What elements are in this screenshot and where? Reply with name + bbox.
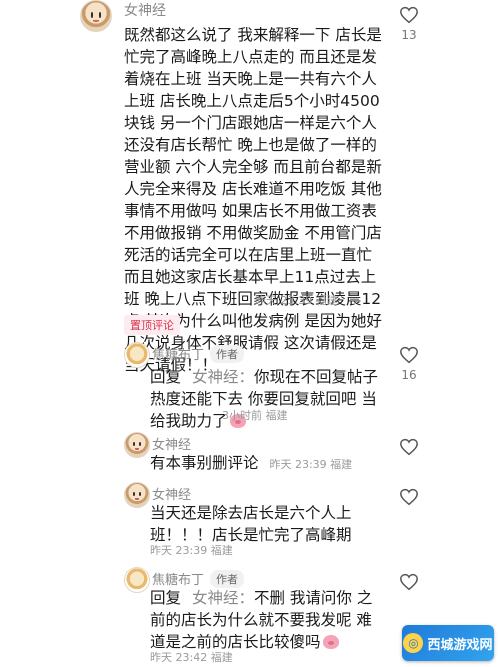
comment-meta: 昨天 23:39 福建	[269, 458, 353, 471]
like-button[interactable]	[399, 488, 419, 506]
avatar[interactable]	[124, 432, 150, 458]
comment-author[interactable]: 女神经	[124, 0, 166, 20]
comment-meta: 3小时前 福建	[222, 409, 288, 422]
like-button[interactable]	[399, 6, 419, 24]
comment-author[interactable]: 女神经	[152, 484, 191, 503]
comment-author[interactable]: 女神经	[152, 434, 191, 453]
avatar[interactable]	[124, 567, 150, 593]
comment-meta: 昨天 23:39 福建	[150, 544, 233, 557]
avatar[interactable]	[124, 482, 150, 508]
author-badge: 作者	[210, 345, 244, 363]
pig-face-emoji	[322, 635, 339, 649]
comment-body: 有本事别删评论	[150, 454, 259, 472]
reply-prefix: 回复	[150, 368, 182, 386]
comment-text: 有本事别删评论 昨天 23:39 福建	[150, 452, 390, 476]
avatar[interactable]	[80, 0, 112, 32]
heart-outline-icon	[400, 488, 418, 506]
heart-outline-icon	[400, 6, 418, 24]
comment-text: 回复 女神经：不删 我请问你 之前的店长为什么就不要我发呢 难道是之前的店长比较…	[150, 589, 373, 651]
author-badge: 作者	[210, 570, 244, 588]
reply-to-user[interactable]: 女神经	[192, 368, 239, 386]
watermark-text: 西城游戏网	[427, 637, 493, 653]
reply-prefix: 回复	[150, 589, 182, 607]
avatar[interactable]	[124, 342, 150, 368]
comment-author[interactable]: 焦糖布丁	[152, 344, 204, 363]
heart-outline-icon	[400, 438, 418, 456]
watermark-logo-icon: ◎	[403, 633, 424, 653]
like-button[interactable]	[399, 346, 419, 364]
site-watermark: ◎ 西城游戏网	[402, 625, 494, 661]
comment-meta: 昨天 23:39 福建	[255, 294, 338, 307]
comment-item: 女神经 有本事别删评论 昨天 23:39 福建	[0, 430, 500, 480]
like-count: 16	[401, 368, 417, 382]
comment-item: 焦糖布丁 作者 回复 女神经：你现在不回复帖子热度还能下去 你要回复就回吧 当给…	[0, 340, 500, 430]
reply-to-user[interactable]: 女神经	[192, 589, 239, 607]
pinned-badge: 置顶评论	[124, 315, 180, 335]
comment-text: 当天还是除去店长是六个人上班！！！店长是忙完了高峰期	[150, 504, 352, 544]
comment-author[interactable]: 焦糖布丁	[152, 569, 204, 588]
heart-outline-icon	[400, 346, 418, 364]
heart-outline-icon	[400, 573, 418, 591]
comment-meta: 昨天 23:42 福建	[150, 651, 233, 664]
like-count: 13	[401, 28, 417, 42]
reply-body: 不删 我请问你 之前的店长为什么就不要我发呢 难道是之前的店长比较傻吗	[150, 589, 373, 651]
comment-item: 女神经 当天还是除去店长是六个人上班！！！店长是忙完了高峰期 昨天 23:39 …	[0, 480, 500, 560]
like-button[interactable]	[399, 438, 419, 456]
comment-item: 女神经 既然都这么说了 我来解释一下 店长是忙完了高峰晚上八点走的 而且还是发着…	[0, 0, 500, 374]
like-button[interactable]	[399, 573, 419, 591]
